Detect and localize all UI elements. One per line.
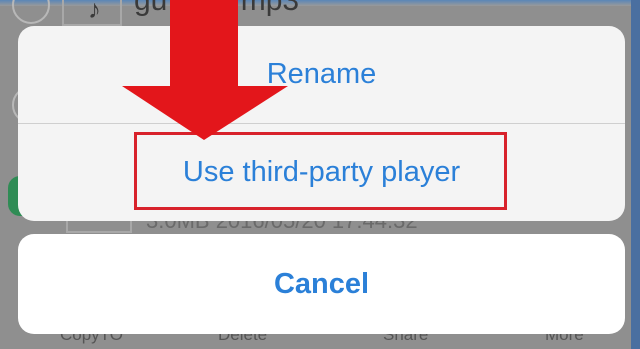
select-radio-icon[interactable] xyxy=(12,0,50,24)
right-edge-border xyxy=(631,0,640,349)
music-note-icon: ♪ xyxy=(88,0,101,24)
highlight-box xyxy=(134,132,507,210)
cancel-button[interactable]: Cancel xyxy=(18,234,625,334)
red-arrow-icon xyxy=(122,0,288,140)
rename-option[interactable]: Rename xyxy=(18,26,625,124)
